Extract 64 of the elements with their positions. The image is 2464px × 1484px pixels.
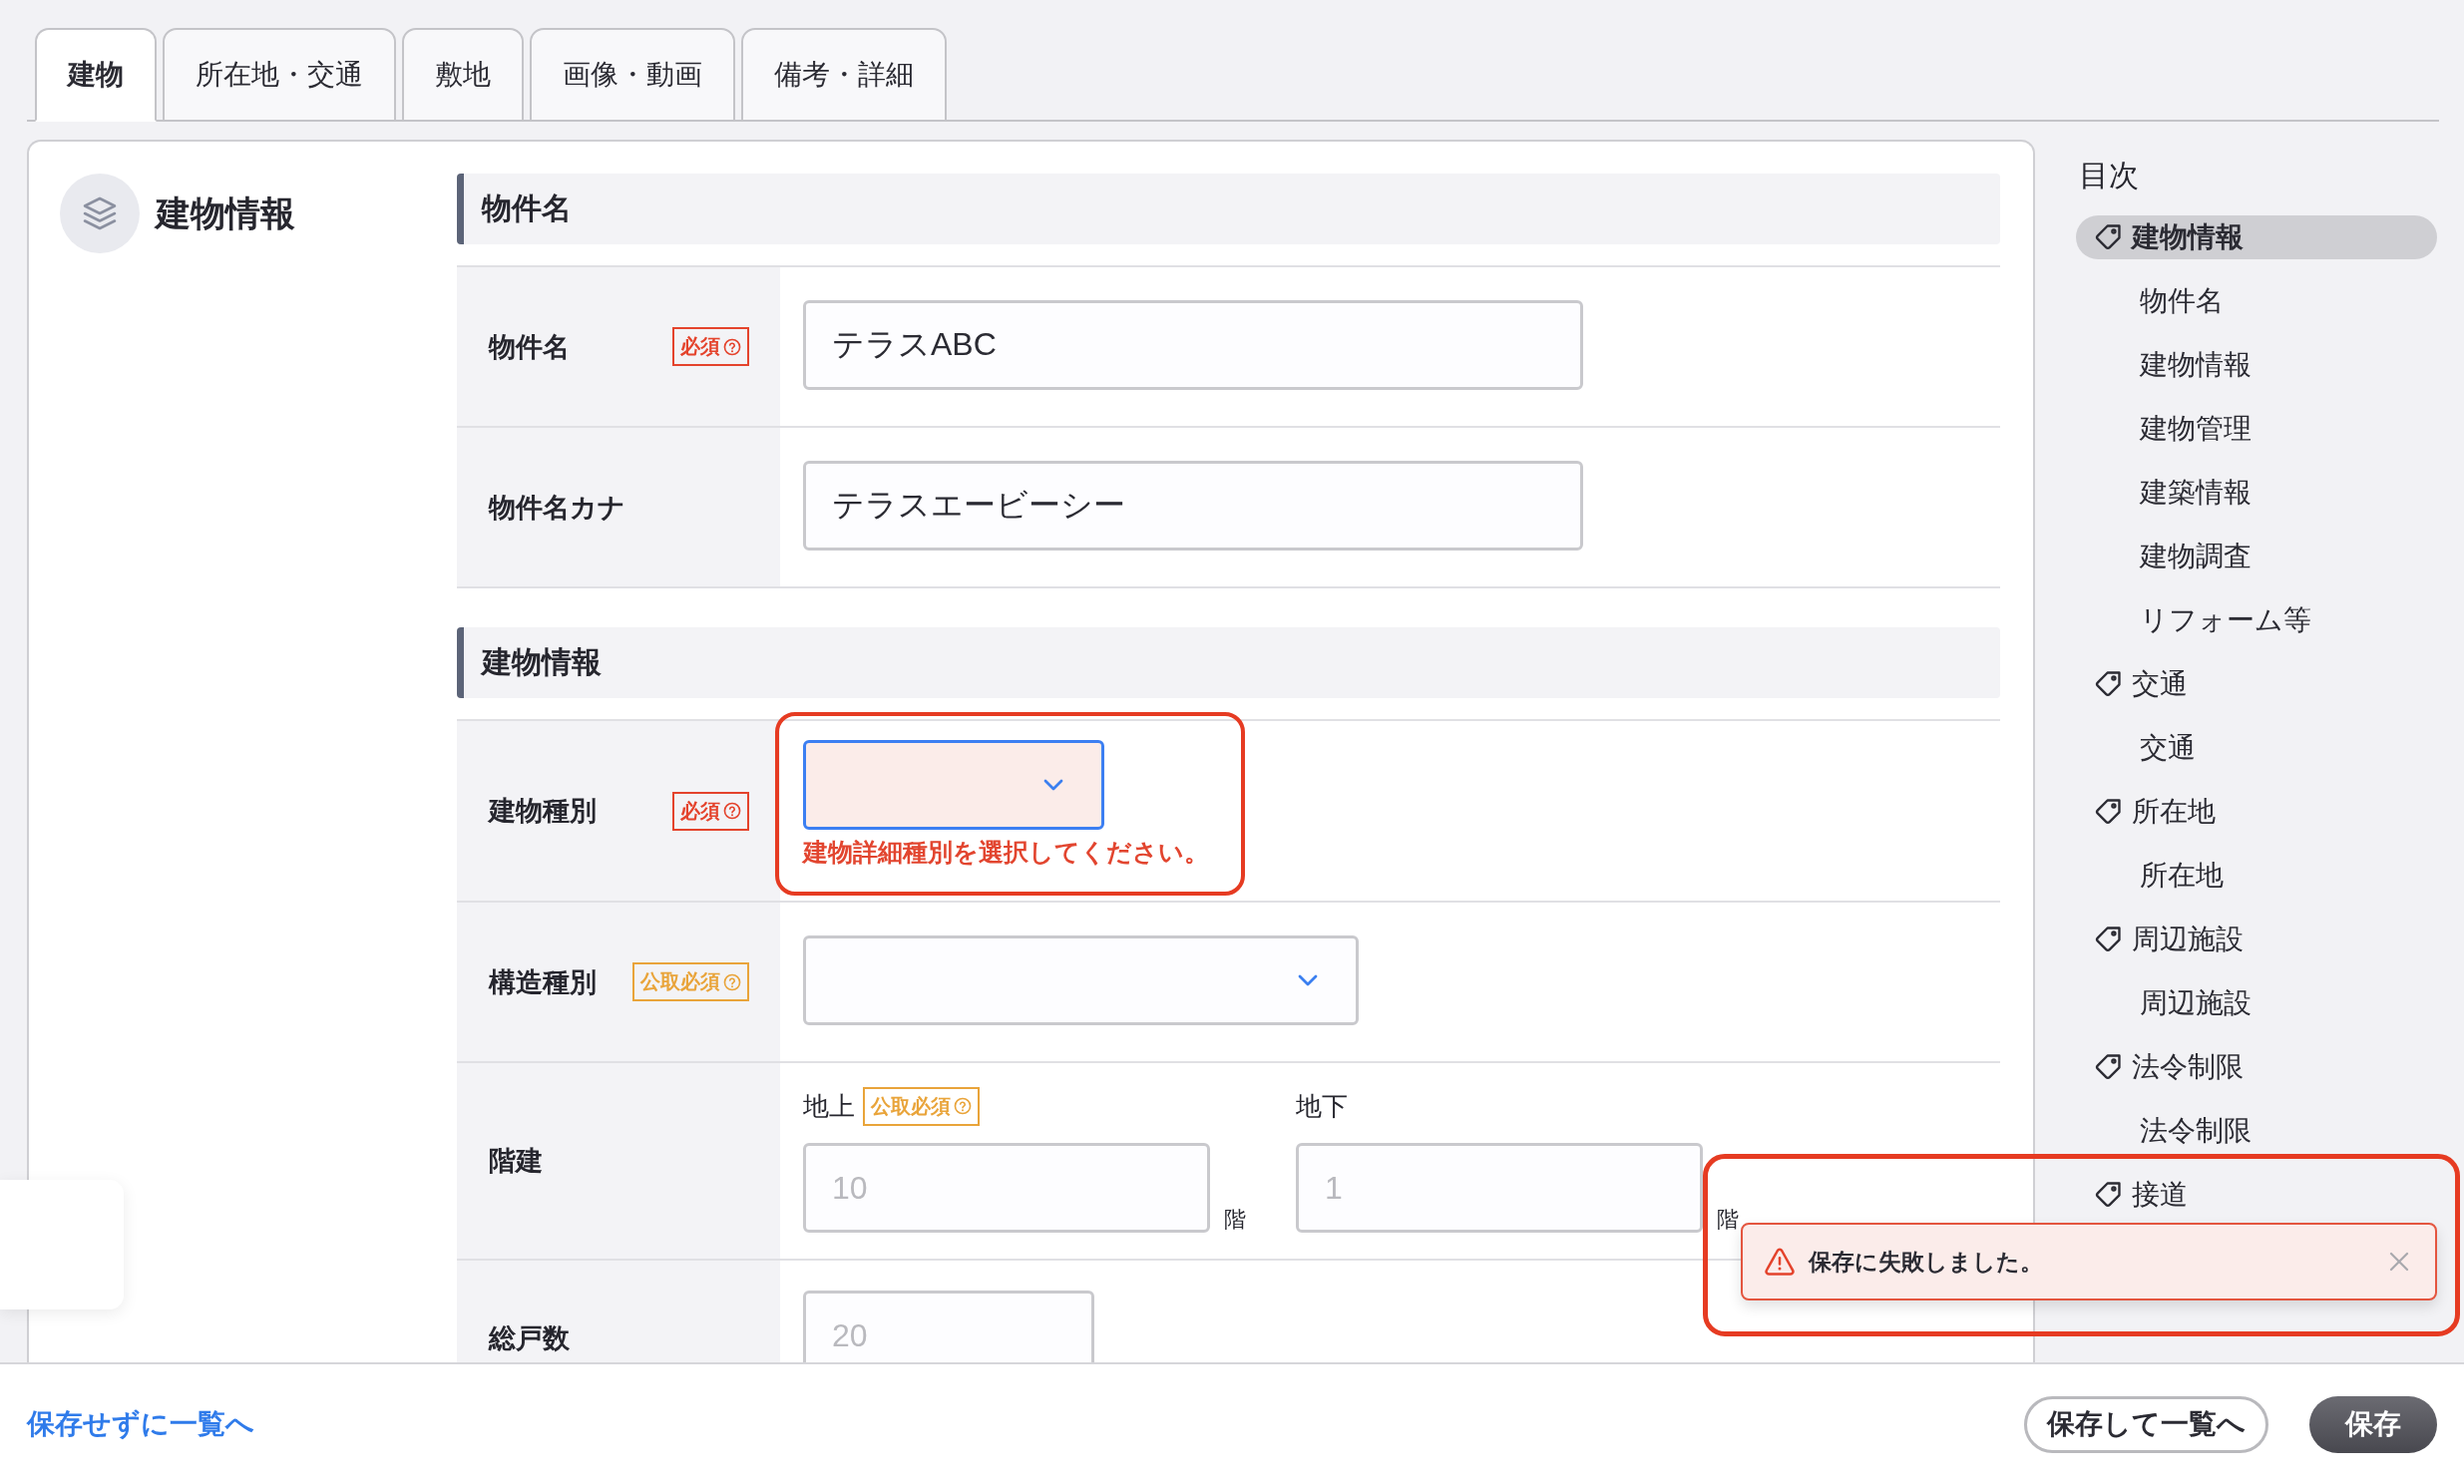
help-icon [723,972,741,991]
back-link[interactable]: 保存せずに一覧へ [27,1405,254,1443]
tag-icon [2095,927,2121,952]
toc-item[interactable]: 建物調査 [2076,535,2437,578]
select-field[interactable] [803,935,1359,1025]
toc-item[interactable]: 所在地 [2076,790,2437,834]
field-label: 構造種別 [489,965,597,999]
toc-item[interactable]: 交通 [2076,726,2437,770]
save-and-return-button[interactable]: 保存して一覧へ [2024,1395,2268,1453]
toc-item[interactable]: 交通 [2076,662,2437,706]
tag-icon [2095,1182,2121,1208]
toast-message: 保存に失敗しました。 [1809,1247,2043,1277]
chevron-down-icon [1043,779,1063,791]
field-label: 地下 [1296,1089,1348,1123]
tag-icon [2095,1054,2121,1080]
tag-icon [2095,224,2121,250]
toc-item[interactable]: 接道 [2076,1173,2437,1217]
toc-item[interactable]: 物件名 [2076,279,2437,323]
save-button[interactable]: 保存 [2309,1395,2437,1453]
tab[interactable]: 敷地 [402,28,524,122]
field-label: 階建 [489,1145,543,1178]
field-label: 建物種別 [489,795,597,828]
section-header: 建物情報 [457,627,2000,698]
error-message: 建物詳細種別を選択してください。 [803,838,1209,868]
tab[interactable]: 建物 [35,28,157,122]
layers-icon [60,174,140,253]
chevron-down-icon [1298,974,1318,986]
tag-icon [2095,671,2121,697]
required-badge[interactable]: 必須 [672,327,749,366]
text-field[interactable]: 20 [803,1291,1094,1362]
field-label: 総戸数 [489,1322,570,1355]
toc-item[interactable]: 建物管理 [2076,407,2437,451]
toc-item[interactable]: 建物情報 [2076,343,2437,387]
toc-item[interactable]: 周辺施設 [2076,981,2437,1025]
tab[interactable]: 備考・詳細 [741,28,947,122]
close-icon[interactable] [2389,1252,2409,1272]
toc-item[interactable]: 建物情報 [2076,215,2437,259]
field-label: 地上 [803,1089,855,1123]
toc-item[interactable]: 建築情報 [2076,471,2437,515]
field-label: 物件名 [489,330,570,364]
text-field[interactable]: テラスABC [803,300,1583,390]
help-icon [723,802,741,820]
toc-item[interactable]: 法令制限 [2076,1045,2437,1089]
tag-icon [2095,799,2121,825]
toc-item[interactable]: リフォーム等 [2076,598,2437,642]
help-icon [723,337,741,356]
tab[interactable]: 所在地・交通 [163,28,396,122]
tab[interactable]: 画像・動画 [530,28,735,122]
toc-title: 目次 [2079,158,2140,193]
text-field[interactable]: テラスエービーシー [803,461,1583,551]
warning-icon [1765,1248,1795,1276]
unit-label: 階 [1717,1209,1739,1233]
required-badge[interactable]: 必須 [672,791,749,831]
toc-item[interactable]: 法令制限 [2076,1109,2437,1153]
toc-item[interactable]: 所在地 [2076,854,2437,898]
number-field[interactable]: 1 [1296,1143,1703,1233]
help-icon [954,1097,972,1115]
number-field[interactable]: 10 [803,1143,1210,1233]
unit-label: 階 [1224,1209,1246,1233]
select-field[interactable] [803,740,1104,830]
panel-title: 建物情報 [156,191,295,234]
field-label: 物件名カナ [489,491,625,525]
toc-item[interactable]: 周辺施設 [2076,918,2437,961]
section-header: 物件名 [457,174,2000,244]
